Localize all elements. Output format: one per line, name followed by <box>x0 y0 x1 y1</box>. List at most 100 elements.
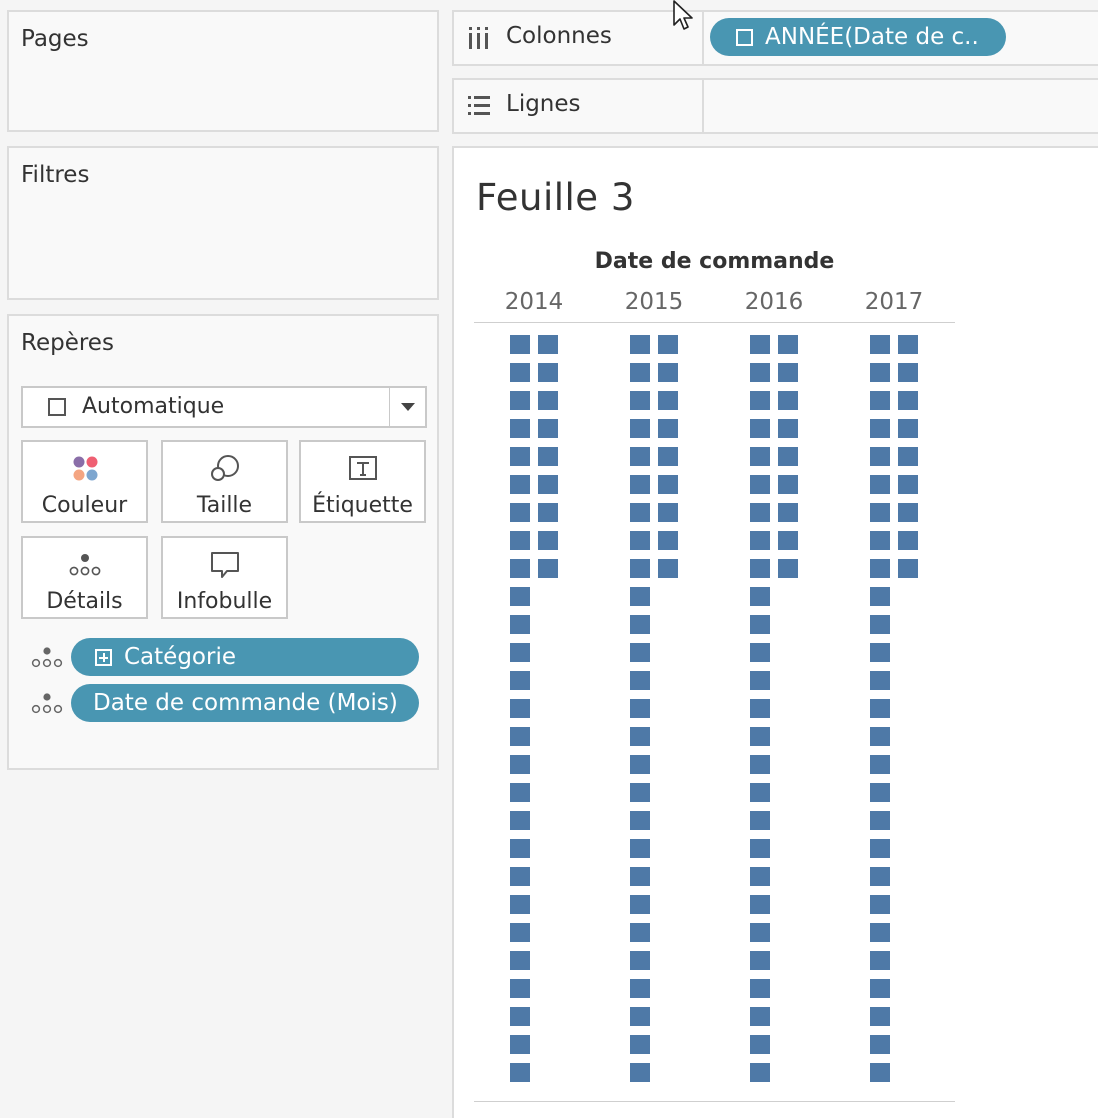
mark-square-2017-1-22[interactable] <box>870 923 890 942</box>
mark-square-2017-1-9[interactable] <box>870 559 890 578</box>
chart-marks-area[interactable] <box>454 148 1014 1098</box>
mark-square-2016-1-2[interactable] <box>750 363 770 382</box>
mark-square-2015-1-9[interactable] <box>630 559 650 578</box>
mark-square-2014-1-17[interactable] <box>510 783 530 802</box>
label-button[interactable]: Étiquette <box>299 440 426 523</box>
mark-square-2014-1-7[interactable] <box>510 503 530 522</box>
mark-square-2017-1-23[interactable] <box>870 951 890 970</box>
mark-square-2017-1-21[interactable] <box>870 895 890 914</box>
mark-square-2014-1-20[interactable] <box>510 867 530 886</box>
mark-square-2015-1-3[interactable] <box>630 391 650 410</box>
mark-square-2014-2-3[interactable] <box>538 391 558 410</box>
mark-square-2016-2-8[interactable] <box>778 531 798 550</box>
mark-square-2015-1-7[interactable] <box>630 503 650 522</box>
mark-square-2015-1-18[interactable] <box>630 811 650 830</box>
mark-square-2016-2-6[interactable] <box>778 475 798 494</box>
mark-square-2016-1-23[interactable] <box>750 951 770 970</box>
mark-square-2014-1-26[interactable] <box>510 1035 530 1054</box>
mark-square-2014-1-13[interactable] <box>510 671 530 690</box>
mark-square-2016-1-5[interactable] <box>750 447 770 466</box>
mark-square-2014-1-19[interactable] <box>510 839 530 858</box>
mark-square-2014-1-6[interactable] <box>510 475 530 494</box>
mark-square-2014-1-1[interactable] <box>510 335 530 354</box>
mark-square-2017-2-8[interactable] <box>898 531 918 550</box>
mark-type-dropdown[interactable]: Automatique <box>21 386 427 428</box>
mark-square-2015-1-16[interactable] <box>630 755 650 774</box>
mark-square-2014-2-8[interactable] <box>538 531 558 550</box>
mark-square-2016-1-19[interactable] <box>750 839 770 858</box>
mark-square-2017-1-19[interactable] <box>870 839 890 858</box>
mark-square-2014-1-10[interactable] <box>510 587 530 606</box>
mark-square-2015-2-7[interactable] <box>658 503 678 522</box>
mark-square-2015-1-27[interactable] <box>630 1063 650 1082</box>
mark-square-2017-1-4[interactable] <box>870 419 890 438</box>
worksheet-view[interactable]: Feuille 3 Date de commande 2014 2015 201… <box>452 146 1098 1118</box>
mark-square-2016-1-13[interactable] <box>750 671 770 690</box>
filters-card[interactable]: Filtres <box>7 146 439 300</box>
mark-square-2015-1-20[interactable] <box>630 867 650 886</box>
mark-square-2017-1-8[interactable] <box>870 531 890 550</box>
mark-square-2017-1-10[interactable] <box>870 587 890 606</box>
mark-square-2014-2-7[interactable] <box>538 503 558 522</box>
mark-square-2015-2-9[interactable] <box>658 559 678 578</box>
chevron-down-icon[interactable] <box>389 388 425 426</box>
mark-square-2017-1-20[interactable] <box>870 867 890 886</box>
mark-square-2017-1-26[interactable] <box>870 1035 890 1054</box>
year-order-date-pill[interactable]: ANNÉE(Date de c.. <box>710 18 1006 56</box>
mark-square-2014-2-2[interactable] <box>538 363 558 382</box>
mark-square-2015-2-1[interactable] <box>658 335 678 354</box>
mark-square-2016-1-10[interactable] <box>750 587 770 606</box>
mark-square-2015-2-3[interactable] <box>658 391 678 410</box>
mark-square-2015-1-6[interactable] <box>630 475 650 494</box>
mark-square-2016-1-26[interactable] <box>750 1035 770 1054</box>
expand-plus-icon[interactable] <box>736 29 753 46</box>
mark-square-2016-2-7[interactable] <box>778 503 798 522</box>
mark-square-2017-1-24[interactable] <box>870 979 890 998</box>
mark-square-2015-1-26[interactable] <box>630 1035 650 1054</box>
mark-square-2016-1-12[interactable] <box>750 643 770 662</box>
mark-square-2015-1-11[interactable] <box>630 615 650 634</box>
mark-square-2016-1-18[interactable] <box>750 811 770 830</box>
mark-square-2017-1-15[interactable] <box>870 727 890 746</box>
mark-square-2015-2-6[interactable] <box>658 475 678 494</box>
mark-square-2014-1-27[interactable] <box>510 1063 530 1082</box>
mark-square-2015-1-22[interactable] <box>630 923 650 942</box>
columns-shelf[interactable]: Colonnes ANNÉE(Date de c.. <box>452 10 1098 66</box>
mark-square-2017-1-2[interactable] <box>870 363 890 382</box>
mark-square-2016-2-1[interactable] <box>778 335 798 354</box>
mark-square-2015-1-8[interactable] <box>630 531 650 550</box>
mark-square-2016-1-9[interactable] <box>750 559 770 578</box>
expand-plus-icon[interactable] <box>95 649 112 666</box>
mark-square-2017-1-27[interactable] <box>870 1063 890 1082</box>
mark-square-2014-1-4[interactable] <box>510 419 530 438</box>
mark-square-2014-1-8[interactable] <box>510 531 530 550</box>
mark-square-2017-2-6[interactable] <box>898 475 918 494</box>
mark-square-2016-1-16[interactable] <box>750 755 770 774</box>
mark-square-2016-1-4[interactable] <box>750 419 770 438</box>
mark-square-2015-1-13[interactable] <box>630 671 650 690</box>
mark-square-2015-1-19[interactable] <box>630 839 650 858</box>
mark-square-2014-1-16[interactable] <box>510 755 530 774</box>
mark-square-2016-1-11[interactable] <box>750 615 770 634</box>
mark-square-2017-2-5[interactable] <box>898 447 918 466</box>
mark-square-2016-2-5[interactable] <box>778 447 798 466</box>
mark-square-2016-2-2[interactable] <box>778 363 798 382</box>
mark-square-2015-1-15[interactable] <box>630 727 650 746</box>
mark-square-2017-1-11[interactable] <box>870 615 890 634</box>
mark-square-2015-1-1[interactable] <box>630 335 650 354</box>
mark-square-2017-2-2[interactable] <box>898 363 918 382</box>
mark-square-2017-1-17[interactable] <box>870 783 890 802</box>
mark-square-2017-2-3[interactable] <box>898 391 918 410</box>
mark-square-2017-1-16[interactable] <box>870 755 890 774</box>
color-button[interactable]: Couleur <box>21 440 148 523</box>
mark-square-2016-1-3[interactable] <box>750 391 770 410</box>
mark-square-2015-2-2[interactable] <box>658 363 678 382</box>
mark-square-2014-1-21[interactable] <box>510 895 530 914</box>
mark-square-2014-2-5[interactable] <box>538 447 558 466</box>
mark-square-2014-1-15[interactable] <box>510 727 530 746</box>
mark-square-2014-2-9[interactable] <box>538 559 558 578</box>
mark-square-2014-1-2[interactable] <box>510 363 530 382</box>
pages-card[interactable]: Pages <box>7 10 439 132</box>
mark-square-2016-1-7[interactable] <box>750 503 770 522</box>
mark-square-2017-1-3[interactable] <box>870 391 890 410</box>
